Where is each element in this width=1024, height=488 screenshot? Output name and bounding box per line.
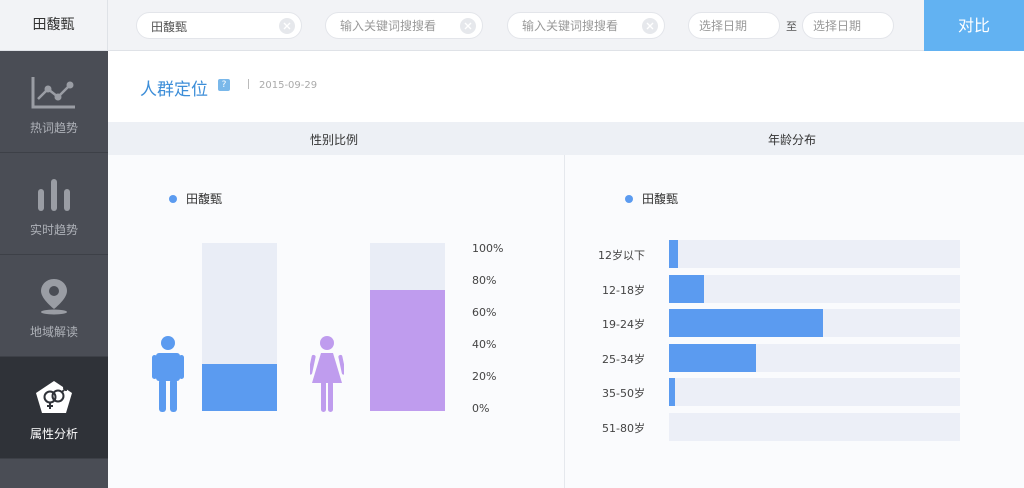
female-bar xyxy=(370,290,445,411)
sidebar-item-realtime-trend[interactable]: 实时趋势 xyxy=(0,153,108,255)
age-legend: 田馥甄 xyxy=(625,190,678,207)
top-bar: 田馥甄 至 对比 xyxy=(0,0,1024,51)
age-category-label: 12-18岁 xyxy=(602,283,645,297)
bar-chart-icon xyxy=(38,179,70,211)
age-bar-track xyxy=(669,343,960,372)
date-from-field[interactable] xyxy=(688,12,780,39)
tick-label: 60% xyxy=(472,306,497,319)
legend-dot xyxy=(169,195,177,203)
divider xyxy=(248,79,249,89)
male-figure-icon xyxy=(152,336,184,412)
age-category-label: 51-80岁 xyxy=(602,421,645,435)
help-icon[interactable]: ? xyxy=(218,79,230,91)
clear-icon[interactable] xyxy=(642,18,658,34)
date-from-input[interactable] xyxy=(699,17,771,35)
sidebar: 热词趋势 实时趋势 地域解读 属性分析 xyxy=(0,51,108,488)
legend-dot xyxy=(625,195,633,203)
sidebar-item-label: 热词趋势 xyxy=(29,121,78,135)
tick-label: 80% xyxy=(472,274,497,287)
age-bar xyxy=(669,274,704,303)
age-category-label: 25-34岁 xyxy=(602,352,645,366)
date-to-field[interactable] xyxy=(802,12,894,39)
clear-icon[interactable] xyxy=(279,18,295,34)
section-headers: 性别比例 年龄分布 xyxy=(108,122,1024,155)
age-panel: 田馥甄 12岁以下 12-18岁 19-24岁 25-34岁 35-50岁 51-80岁 xyxy=(565,155,1024,488)
age-category-label: 19-24岁 xyxy=(602,318,645,331)
keyword-input-2[interactable] xyxy=(340,17,450,35)
sidebar-item-attribute[interactable]: 属性分析 xyxy=(0,357,108,459)
keyword-field-3[interactable] xyxy=(507,12,665,39)
age-bar-track xyxy=(669,412,960,441)
keyword-input-3[interactable] xyxy=(522,17,632,35)
gender-icon xyxy=(36,381,72,413)
tick-label: 20% xyxy=(472,370,497,383)
legend-label: 田馥甄 xyxy=(186,192,223,206)
age-bar-track xyxy=(669,378,960,406)
main-content: 人群定位 ? 2015-09-29 性别比例 年龄分布 田馥甄 100% 80%… xyxy=(108,51,1024,488)
age-bar xyxy=(669,309,824,337)
male-bar xyxy=(202,363,277,411)
page-title: 人群定位 xyxy=(140,80,208,100)
date-range-separator: 至 xyxy=(786,20,797,33)
date-text: 2015-09-29 xyxy=(259,80,318,91)
gender-header: 性别比例 xyxy=(310,133,359,147)
age-bar xyxy=(669,240,678,268)
clear-icon[interactable] xyxy=(460,18,476,34)
keyword-input-1[interactable] xyxy=(151,17,261,35)
date-to-input[interactable] xyxy=(813,17,885,35)
age-header: 年龄分布 xyxy=(768,133,817,147)
sidebar-item-label: 实时趋势 xyxy=(29,223,78,237)
age-bar-track xyxy=(669,309,960,337)
age-bar-track xyxy=(669,274,960,303)
age-bar xyxy=(669,378,675,406)
sidebar-item-hot-trend[interactable]: 热词趋势 xyxy=(0,51,108,153)
sidebar-item-label: 属性分析 xyxy=(29,427,78,441)
male-column xyxy=(202,243,277,411)
age-bar-track xyxy=(669,240,960,268)
map-pin-icon xyxy=(41,279,67,315)
tick-label: 40% xyxy=(472,338,497,351)
age-category-label: 12岁以下 xyxy=(598,249,645,262)
brand-title: 田馥甄 xyxy=(0,0,108,51)
line-chart-icon xyxy=(31,77,75,109)
keyword-field-2[interactable] xyxy=(325,12,483,39)
compare-button[interactable]: 对比 xyxy=(924,0,1024,51)
female-figure-icon xyxy=(310,336,344,412)
gender-legend: 田馥甄 xyxy=(169,190,222,207)
age-category-label: 35-50岁 xyxy=(602,387,645,400)
age-bar xyxy=(669,343,757,372)
keyword-field-1[interactable] xyxy=(136,12,302,39)
legend-label: 田馥甄 xyxy=(642,192,679,206)
sidebar-item-label: 地域解读 xyxy=(29,325,78,339)
female-column xyxy=(370,243,445,411)
gender-panel: 田馥甄 100% 80% 60% 40% 20% 0% xyxy=(108,155,564,488)
page-date: 2015-09-29 xyxy=(248,79,317,91)
tick-label: 0% xyxy=(472,402,490,415)
sidebar-item-region[interactable]: 地域解读 xyxy=(0,255,108,357)
tick-label: 100% xyxy=(472,242,504,255)
